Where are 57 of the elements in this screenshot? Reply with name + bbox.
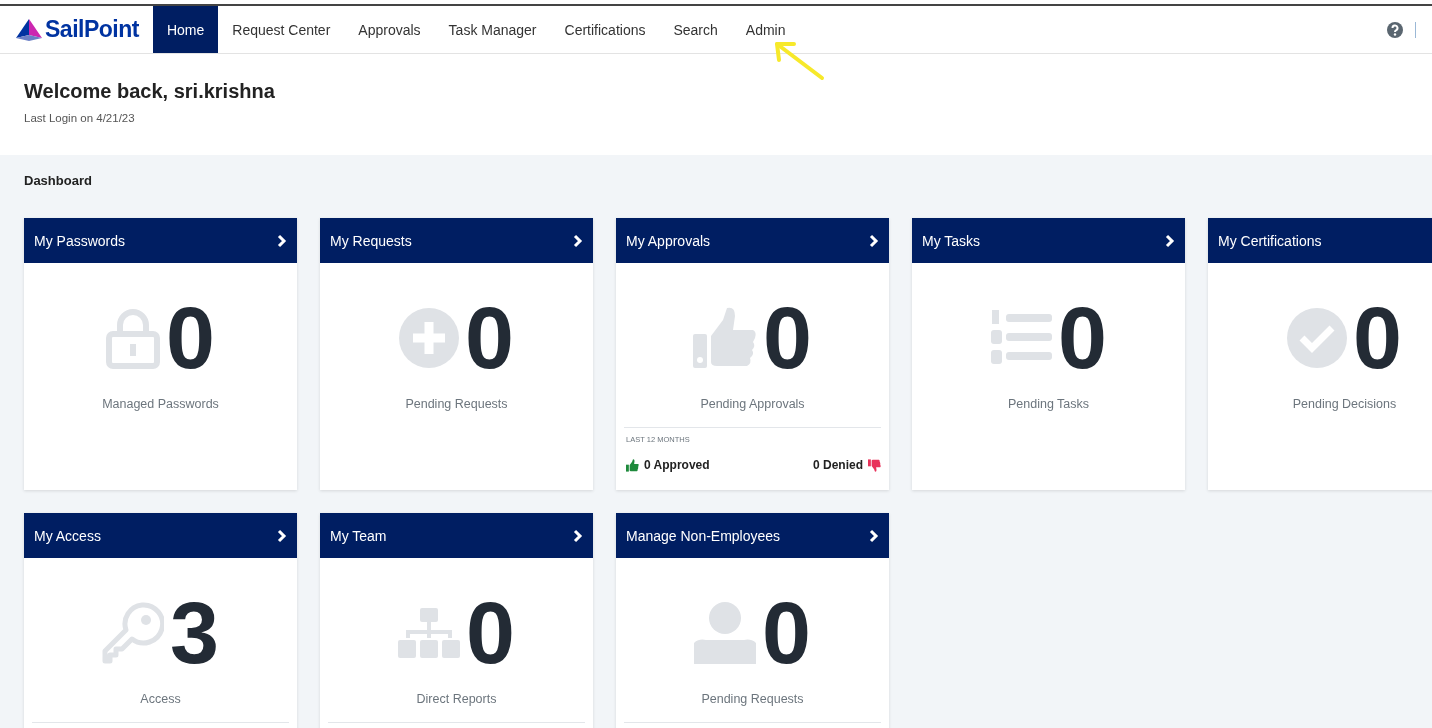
card-label: Pending Requests — [404, 397, 509, 411]
card-label: Access — [139, 692, 182, 706]
card-label: Pending Approvals — [699, 397, 806, 411]
denied-count: 0 Denied — [813, 458, 863, 472]
card-label: Pending Tasks — [1006, 397, 1091, 411]
count-number: 0 — [166, 293, 215, 383]
last-login-text: Last Login on 4/21/23 — [24, 112, 136, 124]
card-title: My Team — [330, 527, 387, 544]
card-title: My Access — [34, 527, 101, 544]
card-label: Pending Decisions — [1291, 397, 1398, 411]
card-header[interactable]: My Passwords — [24, 218, 297, 263]
card-header[interactable]: My Team — [320, 513, 593, 558]
card-title: Manage Non-Employees — [626, 527, 781, 544]
plus-circle-icon — [399, 308, 459, 368]
card-title: My Passwords — [34, 232, 126, 249]
card-header[interactable]: Manage Non-Employees — [616, 513, 889, 558]
user-silhouette-icon — [694, 602, 756, 664]
card-header[interactable]: My Tasks — [912, 218, 1185, 263]
nav-tab[interactable]: Approvals — [344, 6, 435, 53]
check-circle-icon — [1287, 308, 1347, 368]
help-icon[interactable] — [1387, 21, 1403, 38]
org-chart-icon — [398, 608, 460, 658]
key-icon — [102, 602, 164, 664]
thumbs-up-icon — [693, 306, 757, 370]
thumbs-up-icon — [626, 458, 639, 472]
nav-tab[interactable]: Admin — [731, 6, 800, 53]
card-header[interactable]: My Approvals — [616, 218, 889, 263]
card-label: Pending Requests — [700, 692, 805, 706]
count-number: 0 — [762, 588, 811, 678]
count-number: 3 — [170, 588, 219, 678]
card-title: My Approvals — [626, 232, 711, 249]
count-number: 0 — [1058, 293, 1107, 383]
lock-icon — [106, 307, 160, 369]
nav-tab[interactable]: Certifications — [550, 6, 660, 53]
welcome-title: Welcome back, sri.krishna — [24, 80, 276, 103]
count-number: 0 — [466, 588, 515, 678]
count-number: 0 — [1353, 293, 1402, 383]
nav-tab[interactable]: Home — [152, 6, 219, 53]
card-header[interactable]: My Certifications — [1208, 218, 1432, 263]
card-title: My Tasks — [922, 232, 981, 249]
nav-tab[interactable]: Task Manager — [434, 6, 551, 53]
card-header[interactable]: My Requests — [320, 218, 593, 263]
count-number: 0 — [465, 293, 514, 383]
logo-text: SailPoint — [45, 16, 139, 43]
dashboard-title: Dashboard — [24, 173, 93, 188]
card-label: Direct Reports — [415, 692, 498, 706]
card-header[interactable]: My Access — [24, 513, 297, 558]
card-title: My Certifications — [1218, 232, 1322, 249]
thumbs-down-icon — [868, 458, 881, 472]
card-title: My Requests — [330, 232, 412, 249]
count-number: 0 — [763, 293, 812, 383]
numbered-list-icon — [990, 310, 1052, 366]
nav-tab[interactable]: Search — [659, 6, 732, 53]
approved-count: 0 Approved — [644, 458, 710, 472]
nav-tab[interactable]: Request Center — [218, 6, 345, 53]
card-label: Managed Passwords — [101, 397, 220, 411]
logo-icon — [15, 17, 43, 42]
